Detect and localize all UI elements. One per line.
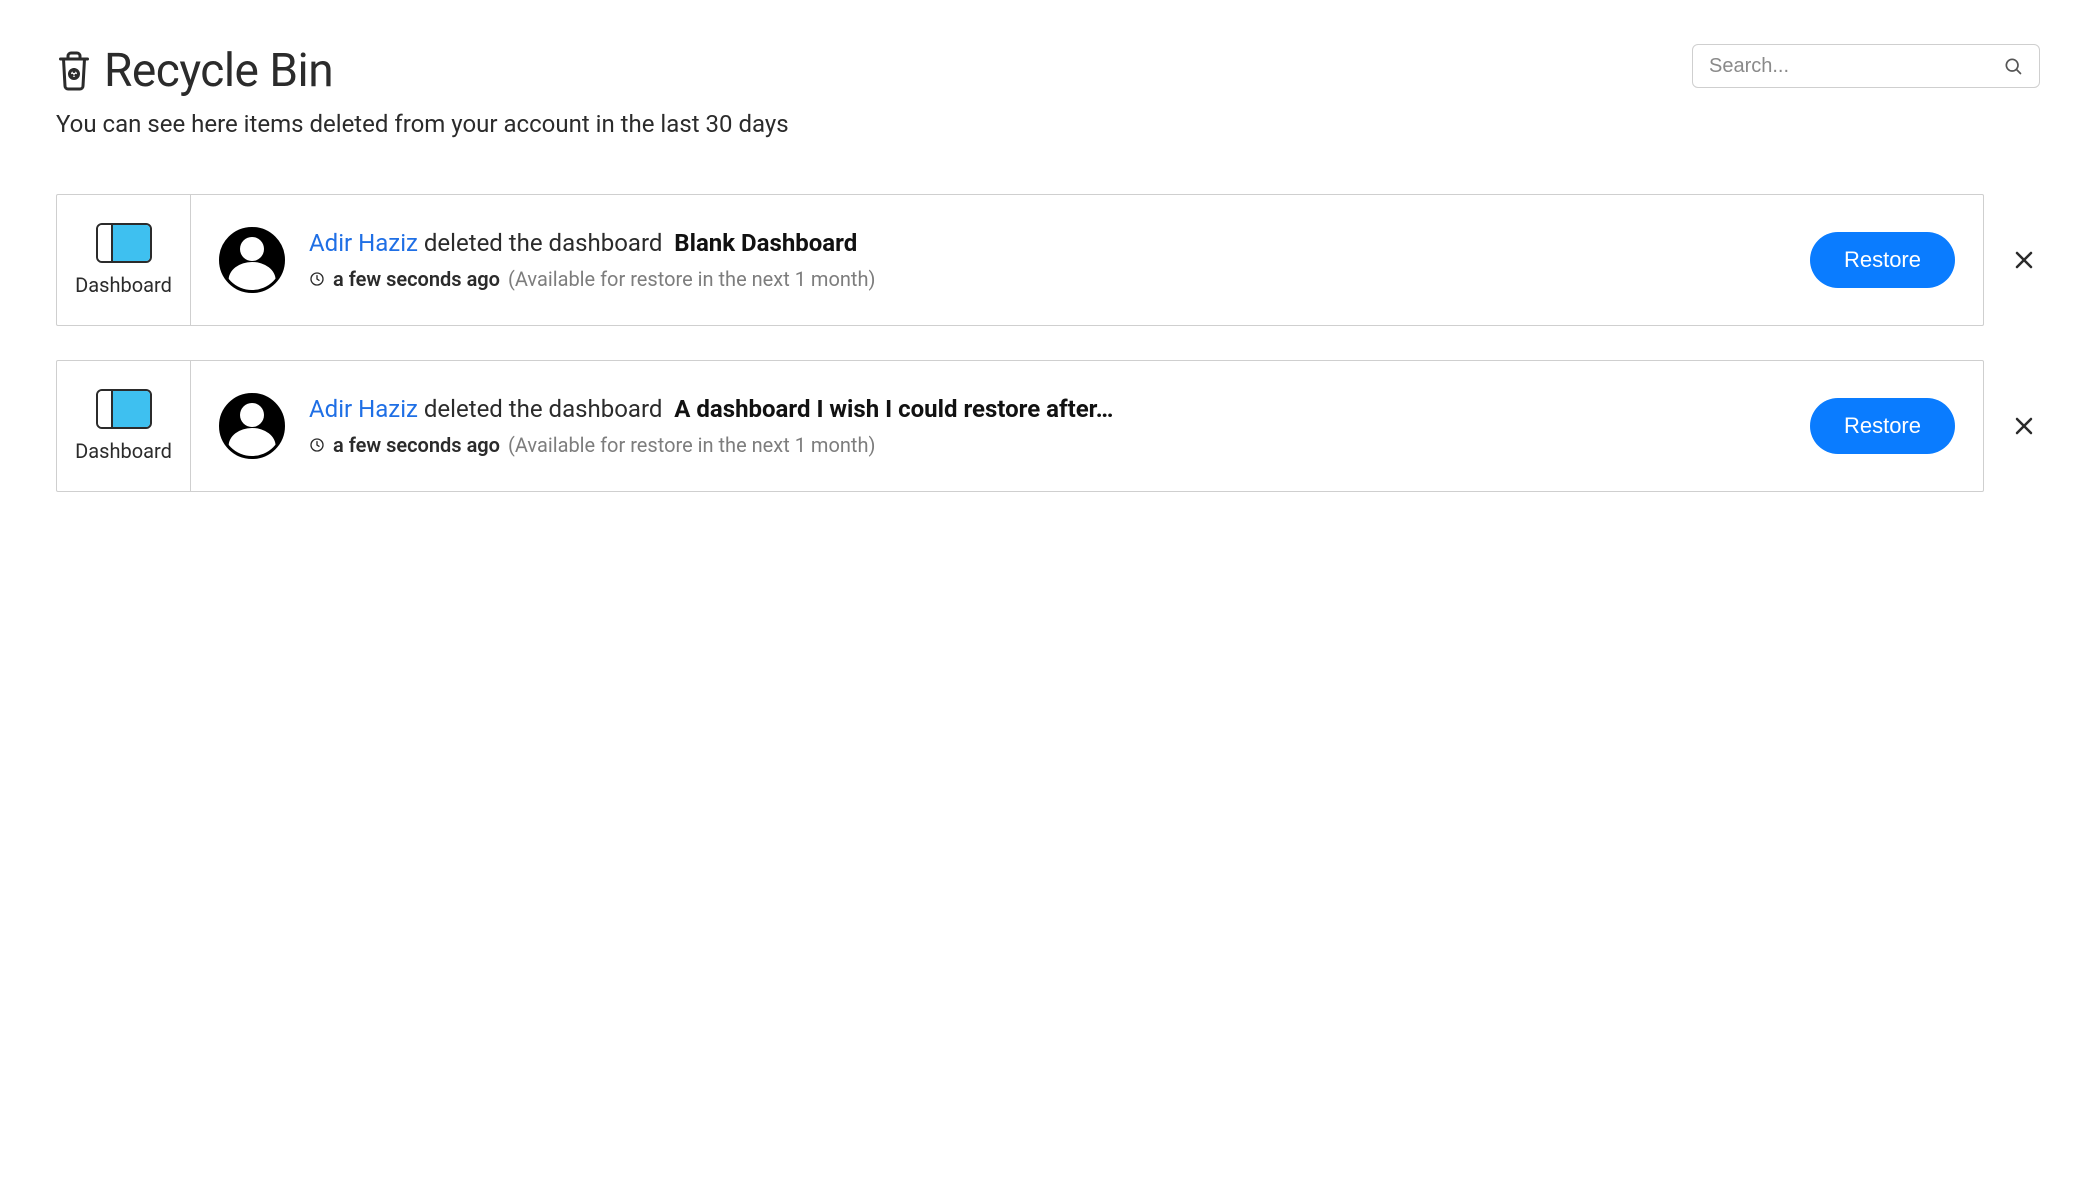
- availability-text: (Available for restore in the next 1 mon…: [508, 433, 875, 457]
- search-input[interactable]: [1709, 55, 2003, 78]
- item-type-label: Dashboard: [75, 273, 172, 297]
- dashboard-icon: [96, 389, 152, 429]
- time-ago: a few seconds ago: [333, 433, 500, 457]
- close-icon: [2012, 248, 2036, 272]
- item-type-label: Dashboard: [75, 439, 172, 463]
- item-main-line: Adir Haziz deleted the dashboard Blank D…: [309, 229, 1786, 257]
- item-meta-line: a few seconds ago (Available for restore…: [309, 433, 1786, 457]
- list-row: Dashboard Adir Haziz deleted the dashboa…: [56, 360, 2040, 492]
- dismiss-button[interactable]: [2008, 410, 2040, 442]
- search-icon: [2003, 56, 2023, 76]
- restore-button[interactable]: Restore: [1810, 232, 1955, 288]
- avatar: [219, 227, 285, 293]
- title-line: Recycle Bin: [56, 44, 1668, 98]
- user-link[interactable]: Adir Haziz: [309, 395, 418, 423]
- restore-button[interactable]: Restore: [1810, 398, 1955, 454]
- item-text: Adir Haziz deleted the dashboard Blank D…: [309, 229, 1786, 291]
- close-icon: [2012, 414, 2036, 438]
- page-subtitle: You can see here items deleted from your…: [56, 110, 1668, 138]
- item-main-line: Adir Haziz deleted the dashboard A dashb…: [309, 395, 1786, 423]
- item-body: Adir Haziz deleted the dashboard Blank D…: [191, 195, 1983, 325]
- time-ago: a few seconds ago: [333, 267, 500, 291]
- item-body: Adir Haziz deleted the dashboard A dashb…: [191, 361, 1983, 491]
- deleted-item-card: Dashboard Adir Haziz deleted the dashboa…: [56, 194, 1984, 326]
- page-title: Recycle Bin: [104, 44, 333, 98]
- clock-icon: [309, 271, 325, 287]
- user-link[interactable]: Adir Haziz: [309, 229, 418, 257]
- deleted-item-name: A dashboard I wish I could restore after…: [674, 395, 1113, 423]
- action-text: deleted the dashboard: [424, 229, 663, 257]
- clock-icon: [309, 437, 325, 453]
- list-row: Dashboard Adir Haziz deleted the dashboa…: [56, 194, 2040, 326]
- deleted-item-card: Dashboard Adir Haziz deleted the dashboa…: [56, 360, 1984, 492]
- dismiss-button[interactable]: [2008, 244, 2040, 276]
- item-text: Adir Haziz deleted the dashboard A dashb…: [309, 395, 1786, 457]
- item-type-cell: Dashboard: [57, 195, 191, 325]
- avatar: [219, 393, 285, 459]
- item-type-cell: Dashboard: [57, 361, 191, 491]
- dashboard-icon: [96, 223, 152, 263]
- search-box[interactable]: [1692, 44, 2040, 88]
- deleted-item-name: Blank Dashboard: [674, 229, 857, 257]
- availability-text: (Available for restore in the next 1 mon…: [508, 267, 875, 291]
- recycle-bin-icon: [56, 49, 92, 93]
- item-meta-line: a few seconds ago (Available for restore…: [309, 267, 1786, 291]
- page-header: Recycle Bin You can see here items delet…: [56, 44, 2040, 138]
- title-block: Recycle Bin You can see here items delet…: [56, 44, 1668, 138]
- deleted-items-list: Dashboard Adir Haziz deleted the dashboa…: [56, 194, 2040, 492]
- action-text: deleted the dashboard: [424, 395, 663, 423]
